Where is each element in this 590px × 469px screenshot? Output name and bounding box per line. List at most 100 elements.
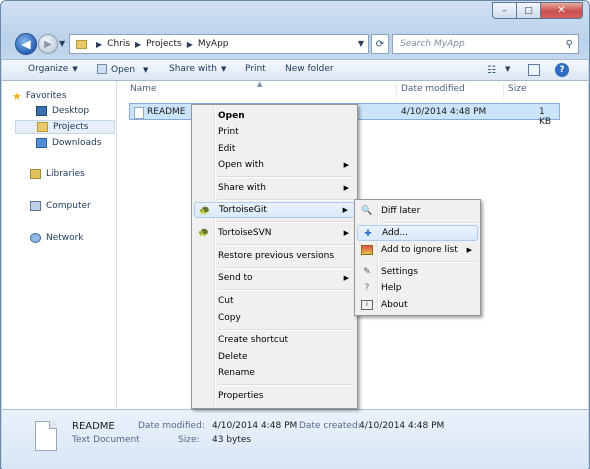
chevron-right-icon[interactable]: ▶ [135,40,141,49]
nav-libraries[interactable]: Libraries [2,167,115,181]
organize-button[interactable]: Organize ▼ [28,64,78,74]
column-header-date-modified[interactable]: Date modified [401,84,465,94]
menu-item-share-with[interactable]: Share with ▶ [194,180,355,196]
submenu-item-about[interactable]: i About [357,297,478,313]
folder-icon [76,39,87,49]
views-icon[interactable]: ☷ [487,65,496,76]
star-icon: ★ [12,89,22,103]
submenu-item-help[interactable]: ? Help [357,280,478,296]
nav-libraries-label: Libraries [46,169,85,179]
menu-item-open-with[interactable]: Open with ▶ [194,157,355,173]
sort-up-icon: ▲ [257,80,263,88]
menu-label: Share with [218,183,266,193]
column-divider[interactable] [503,83,504,98]
menu-item-create-shortcut[interactable]: Create shortcut [194,332,355,348]
context-menu: Open Print Edit Open with ▶ Share with ▶ 🐢… [191,104,358,409]
menu-item-edit[interactable]: Edit [194,141,355,157]
menu-label: Help [381,283,402,293]
nav-computer[interactable]: Computer [2,199,115,213]
downloads-icon [36,138,47,148]
preview-pane-icon[interactable] [528,64,540,76]
menu-separator [218,221,354,223]
forward-arrow-icon: ▶ [44,38,52,50]
forward-button[interactable]: ▶ [38,34,58,54]
menu-item-rename[interactable]: Rename [194,365,355,381]
open-icon [97,64,107,74]
menu-item-properties[interactable]: Properties [194,388,355,404]
navigation-pane: ★ Favorites Desktop Projects Downloads Li… [2,81,117,409]
recent-pages-dropdown[interactable]: ▼ [59,39,65,48]
share-with-button[interactable]: Share with ▼ [169,64,226,74]
nav-favorites[interactable]: ★ Favorites [12,89,112,103]
close-button[interactable]: ✕ [541,2,583,19]
column-header-size[interactable]: Size [508,84,526,94]
refresh-icon: ⟳ [375,38,385,50]
maximize-button[interactable]: □ [517,2,541,19]
menu-item-delete[interactable]: Delete [194,349,355,365]
menu-item-cut[interactable]: Cut [194,293,355,309]
new-folder-button[interactable]: New folder [285,64,334,74]
file-name: README [147,107,186,117]
menu-label: Diff later [381,206,421,216]
submenu-item-settings[interactable]: ✎ Settings [357,264,478,280]
network-icon [30,233,41,243]
column-header-name[interactable]: Name [130,84,157,94]
menu-item-print[interactable]: Print [194,124,355,140]
menu-separator [218,329,354,331]
details-size: 43 bytes [212,435,252,445]
menu-label: Rename [218,368,255,378]
wrench-icon: ✎ [363,267,371,277]
submenu-arrow-icon: ▶ [343,184,349,192]
share-with-label: Share with [169,64,217,74]
menu-label: TortoiseSVN [218,228,272,238]
nav-downloads[interactable]: Downloads [2,136,115,150]
address-dropdown-icon[interactable]: ▼ [358,39,364,48]
menu-item-copy[interactable]: Copy [194,310,355,326]
menu-item-tortoisesvn[interactable]: 🐢 TortoiseSVN ▶ [194,225,355,241]
details-date-created: 4/10/2014 4:48 PM [359,421,445,431]
minimize-button[interactable]: – [492,2,517,19]
submenu-arrow-icon: ▶ [466,246,472,254]
refresh-button[interactable]: ⟳ [371,34,389,54]
menu-label: Print [218,127,239,137]
desktop-icon [36,106,47,116]
search-icon[interactable]: ⚲ [566,39,573,50]
menu-item-restore-previous-versions[interactable]: Restore previous versions [194,248,355,264]
menu-item-open[interactable]: Open [194,108,355,124]
chevron-right-icon[interactable]: ▶ [187,40,193,49]
details-date-modified-label: Date modified: [138,421,205,431]
chevron-down-icon[interactable]: ▼ [505,65,510,73]
breadcrumb-chris[interactable]: Chris [107,39,130,49]
back-button[interactable]: ◀ [15,33,37,55]
submenu-item-diff-later[interactable]: 🔍 Diff later [357,203,478,219]
menu-label: Settings [381,267,418,277]
open-label: Open [111,65,136,75]
nav-network[interactable]: Network [2,231,115,245]
menu-label: Send to [218,273,253,283]
address-bar[interactable]: ▶ Chris ▶ Projects ▶ MyApp ▼ [69,34,369,54]
nav-projects[interactable]: Projects [15,120,115,134]
menu-item-tortoisegit[interactable]: 🐢 TortoiseGit ▶ [194,202,355,218]
print-button[interactable]: Print [245,64,266,74]
breadcrumb-projects[interactable]: Projects [146,39,181,49]
nav-downloads-label: Downloads [52,138,102,148]
submenu-arrow-icon: ▶ [343,274,349,282]
menu-separator [218,199,354,201]
computer-icon [30,201,41,211]
chevron-right-icon[interactable]: ▶ [96,40,102,49]
menu-item-send-to[interactable]: Send to ▶ [194,270,355,286]
open-button[interactable]: Open ▼ [97,64,148,75]
submenu-item-add-to-ignore-list[interactable]: Add to ignore list ▶ [357,242,478,258]
submenu-arrow-icon: ▶ [343,229,349,237]
submenu-item-add[interactable]: ✚ Add... [357,225,478,241]
chevron-down-icon: ▼ [220,65,227,73]
help-icon[interactable]: ? [555,63,569,77]
details-date-modified: 4/10/2014 4:48 PM [212,421,298,431]
breadcrumb-myapp[interactable]: MyApp [198,39,229,49]
search-box[interactable]: Search MyApp ⚲ [392,34,579,54]
menu-label: Restore previous versions [218,251,335,261]
column-divider[interactable] [396,83,397,98]
menu-label: Cut [218,296,234,306]
nav-desktop[interactable]: Desktop [2,104,115,118]
search-placeholder[interactable]: Search MyApp [400,39,566,49]
